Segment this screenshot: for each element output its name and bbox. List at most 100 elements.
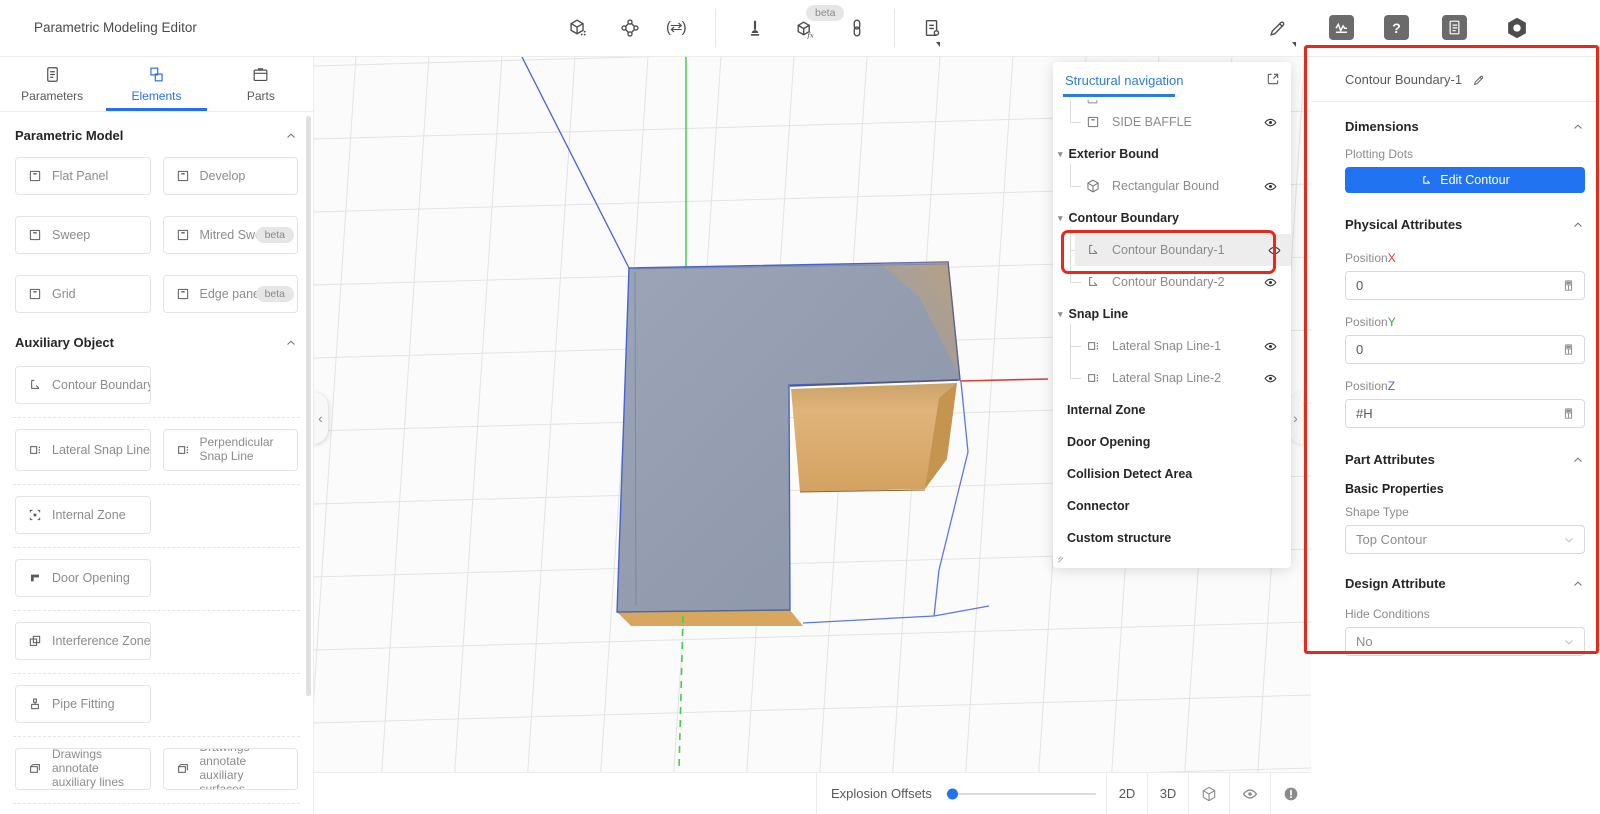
select-value: No <box>1356 634 1373 649</box>
formula-calculator-icon[interactable] <box>1561 406 1576 421</box>
contour-icon <box>1085 242 1101 258</box>
tab-parameters[interactable]: Parameters <box>0 56 104 111</box>
swap-axes-icon[interactable]: (⇄) <box>666 18 686 36</box>
part-attributes-section-header[interactable]: Part Attributes <box>1345 452 1585 467</box>
visibility-button[interactable] <box>1229 773 1270 814</box>
explosion-offsets-slider[interactable] <box>946 793 1096 795</box>
expand-panel-icon[interactable] <box>1265 71 1281 87</box>
panel-resize-handle[interactable] <box>1056 551 1070 565</box>
select-value: Top Contour <box>1356 532 1427 547</box>
grid-button[interactable]: Grid <box>15 275 151 313</box>
lateral-snap-line-button[interactable]: Lateral Snap Line <box>15 429 151 471</box>
formula-calculator-icon[interactable] <box>1561 278 1576 293</box>
link-icon[interactable] <box>846 17 868 39</box>
dropdown-caret <box>936 42 940 47</box>
l-shaped-cabinet-model[interactable] <box>617 262 960 626</box>
rename-pencil-icon[interactable] <box>1472 73 1486 87</box>
eye-icon[interactable] <box>1263 275 1278 290</box>
edit-contour-button[interactable]: Edit Contour <box>1345 167 1585 193</box>
tree-group-connector[interactable]: Connector <box>1053 490 1291 522</box>
tree-group-label: Exterior Bound <box>1069 147 1159 161</box>
properties-title-row: Contour Boundary-1 <box>1311 70 1600 102</box>
position-z-label: PositionZ <box>1345 379 1585 393</box>
tree-group-contour-boundary[interactable]: ▾ Contour Boundary <box>1053 202 1291 234</box>
warnings-button[interactable] <box>1270 773 1311 814</box>
chevron-down-icon <box>1562 635 1576 649</box>
drawings-annotate-surfaces-button[interactable]: Drawings annotate auxiliary surfaces <box>163 748 299 790</box>
chevron-up-icon <box>284 129 298 143</box>
shading-mode-button[interactable] <box>1188 773 1229 814</box>
axis-x-letter: X <box>1388 251 1396 265</box>
door-opening-button[interactable]: Door Opening <box>15 559 151 597</box>
tree-group-exterior-bound[interactable]: ▾ Exterior Bound <box>1053 138 1291 170</box>
plumb-marker-icon[interactable] <box>744 17 766 39</box>
tree-group-label: Collision Detect Area <box>1067 467 1192 481</box>
eye-icon <box>1241 785 1259 803</box>
tree-group-label: Contour Boundary <box>1069 211 1179 225</box>
document-export-icon[interactable] <box>921 17 943 39</box>
tree-group-door-opening[interactable]: Door Opening <box>1053 426 1291 458</box>
section-auxiliary-object[interactable]: Auxiliary Object <box>15 335 298 350</box>
section-parametric-model[interactable]: Parametric Model <box>15 128 298 143</box>
formula-calculator-icon[interactable] <box>1561 342 1576 357</box>
settings-nut-icon[interactable] <box>1504 15 1530 41</box>
sidebar-collapse-handle[interactable]: ‹ <box>313 392 328 444</box>
interference-zone-icon <box>27 633 43 649</box>
position-x-input[interactable] <box>1356 278 1561 293</box>
panel-icon <box>1085 114 1101 130</box>
tree-item-contour-boundary-1[interactable]: Contour Boundary-1 <box>1075 234 1291 266</box>
help-button[interactable]: ? <box>1384 15 1409 40</box>
position-z-input[interactable] <box>1356 406 1561 421</box>
flat-panel-button[interactable]: Flat Panel <box>15 157 151 195</box>
viewport-bottom-bar: Explosion Offsets 2D 3D <box>313 772 1311 814</box>
sweep-button[interactable]: Sweep <box>15 216 151 254</box>
design-attribute-section-header[interactable]: Design Attribute <box>1345 576 1585 591</box>
tree-item-lateral-snap-line-2[interactable]: Lateral Snap Line-2 <box>1053 362 1291 394</box>
tree-group-collision-detect-area[interactable]: Collision Detect Area <box>1053 458 1291 490</box>
tree-item-label: Contour Boundary-2 <box>1112 275 1225 289</box>
hide-conditions-select[interactable]: No <box>1345 627 1585 656</box>
edge-panel-button[interactable]: Edge panelbeta <box>163 275 299 313</box>
interference-zone-button[interactable]: Interference Zone <box>15 622 151 660</box>
eye-icon[interactable] <box>1263 371 1278 386</box>
pattern-array-icon[interactable] <box>619 17 641 39</box>
cube-formula-icon[interactable] <box>795 19 817 41</box>
drawings-annotate-lines-button[interactable]: Drawings annotate auxiliary lines <box>15 748 151 790</box>
slider-thumb[interactable] <box>947 788 958 799</box>
develop-button[interactable]: Develop <box>163 157 299 195</box>
structural-navigation-tab[interactable]: Structural navigation <box>1065 73 1184 88</box>
internal-zone-button[interactable]: Internal Zone <box>15 496 151 534</box>
view-2d-button[interactable]: 2D <box>1106 773 1147 814</box>
mitred-sweep-button[interactable]: Mitred Sweebeta <box>163 216 299 254</box>
properties-panel: Contour Boundary-1 Dimensions Plotting D… <box>1311 56 1600 814</box>
physical-attributes-section-header[interactable]: Physical Attributes <box>1345 217 1585 232</box>
tree-group-custom-structure[interactable]: Custom structure <box>1053 522 1291 554</box>
button-label: Pipe Fitting <box>52 697 115 711</box>
activity-monitor-button[interactable] <box>1329 15 1354 40</box>
tree-item-contour-boundary-2[interactable]: Contour Boundary-2 <box>1053 266 1291 298</box>
tree-item-lateral-snap-line-1[interactable]: Lateral Snap Line-1 <box>1053 330 1291 362</box>
eye-icon[interactable] <box>1263 179 1278 194</box>
edit-pencil-icon[interactable] <box>1267 17 1289 39</box>
dimensions-section-header[interactable]: Dimensions <box>1345 119 1585 134</box>
eye-icon[interactable] <box>1263 339 1278 354</box>
perpendicular-snap-line-button[interactable]: Perpendicular Snap Line <box>163 429 299 471</box>
pipe-fitting-button[interactable]: Pipe Fitting <box>15 685 151 723</box>
tree-group-internal-zone[interactable]: Internal Zone <box>1053 394 1291 426</box>
tree-item-rectangular-bound[interactable]: Rectangular Bound <box>1053 170 1291 202</box>
tree-group-snap-line[interactable]: ▾ Snap Line <box>1053 298 1291 330</box>
component-library-icon[interactable] <box>567 17 589 39</box>
sidebar-scrollbar[interactable] <box>306 116 311 696</box>
snap-line-icon <box>27 442 43 458</box>
caret-down-icon: ▾ <box>1058 149 1063 160</box>
position-y-input[interactable] <box>1356 342 1561 357</box>
tree-item-side-baffle[interactable]: SIDE BAFFLE <box>1053 106 1291 138</box>
eye-icon[interactable] <box>1263 115 1278 130</box>
view-3d-button[interactable]: 3D <box>1147 773 1188 814</box>
docs-button[interactable] <box>1442 15 1467 40</box>
tab-parts[interactable]: Parts <box>209 56 313 111</box>
eye-icon[interactable] <box>1267 243 1282 258</box>
tab-elements[interactable]: Elements <box>104 56 208 111</box>
shape-type-select[interactable]: Top Contour <box>1345 525 1585 554</box>
contour-boundary-button[interactable]: Contour Boundary <box>15 366 151 404</box>
